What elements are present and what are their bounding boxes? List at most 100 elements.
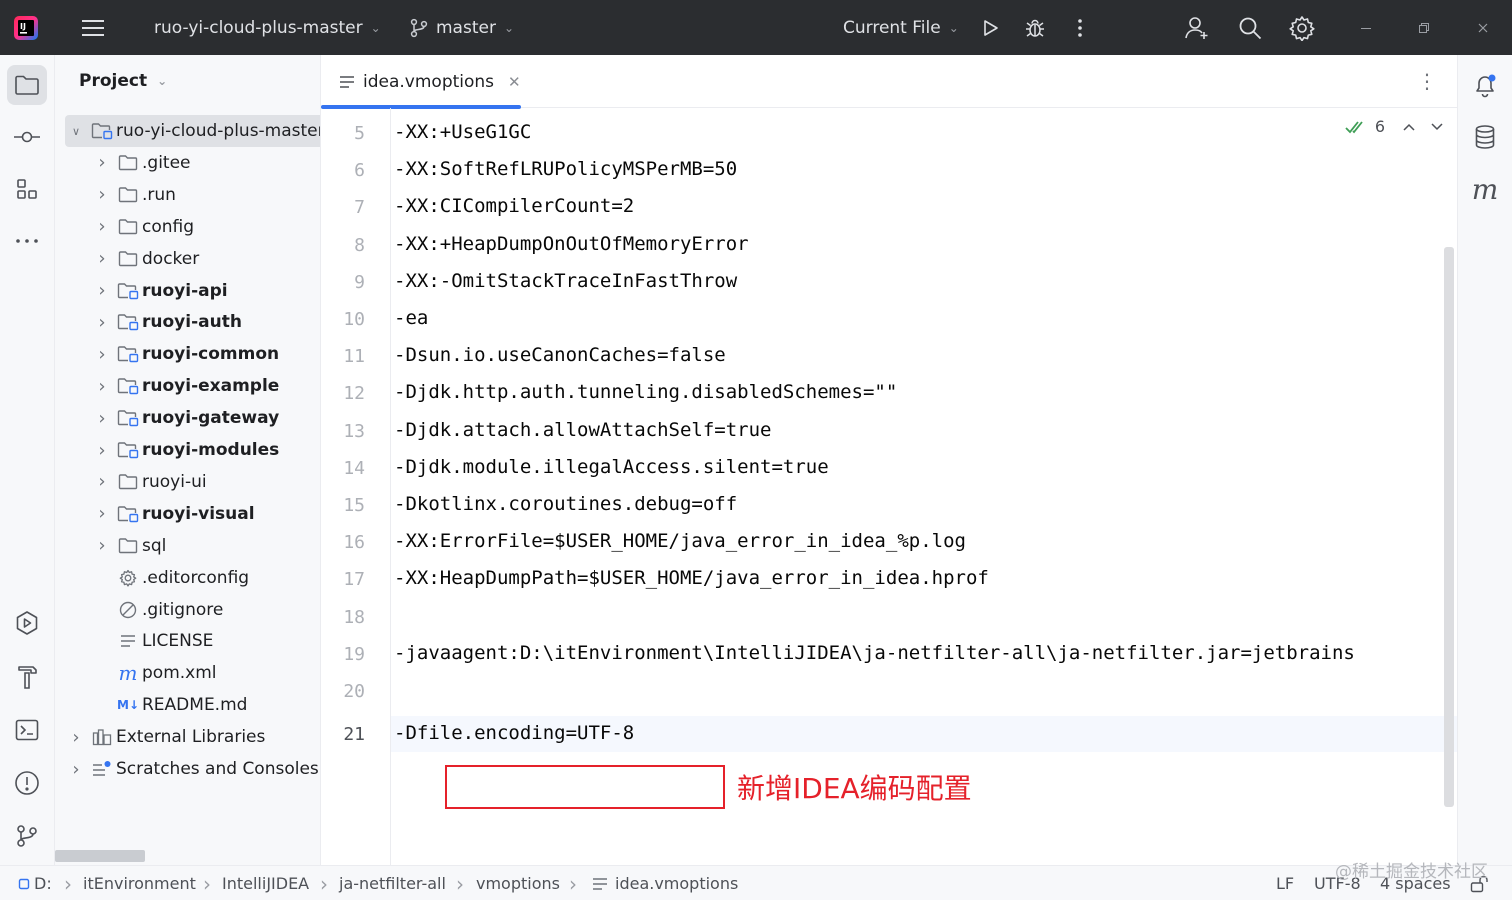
chevron-right-icon[interactable]: › — [95, 312, 109, 333]
chevron-right-icon[interactable]: › — [95, 503, 109, 524]
chevron-right-icon[interactable]: › — [95, 471, 109, 492]
terminal-tool-button[interactable] — [7, 710, 47, 750]
breadcrumb-item[interactable]: IntelliJIDEA — [222, 866, 309, 900]
main-menu-icon[interactable] — [82, 0, 110, 55]
breadcrumb-item[interactable]: ja-netfilter-all — [339, 866, 446, 900]
problems-tool-button[interactable] — [7, 763, 47, 803]
code-line[interactable]: -Dsun.io.useCanonCaches=false — [394, 344, 726, 366]
horizontal-scrollbar[interactable] — [55, 850, 145, 862]
search-icon[interactable] — [1237, 0, 1263, 55]
build-tool-button[interactable] — [7, 657, 47, 697]
debug-icon[interactable] — [1022, 0, 1048, 55]
tree-item[interactable]: M↓ README.md — [55, 689, 320, 721]
tree-item[interactable]: › External Libraries — [55, 721, 320, 753]
folder-icon — [117, 152, 139, 174]
chevron-right-icon[interactable]: › — [95, 408, 109, 429]
tree-item[interactable]: › docker — [55, 243, 320, 275]
chevron-right-icon[interactable]: › — [95, 344, 109, 365]
tree-item[interactable]: m pom.xml — [55, 657, 320, 689]
chevron-right-icon[interactable]: › — [95, 248, 109, 269]
tree-item[interactable]: .editorconfig — [55, 562, 320, 594]
chevron-right-icon[interactable]: › — [95, 184, 109, 205]
inspection-widget[interactable]: 6 — [1345, 117, 1443, 136]
tree-item[interactable]: › ruoyi-example — [55, 370, 320, 402]
more-actions-icon[interactable] — [1067, 0, 1093, 55]
code-line[interactable]: -ea — [394, 307, 428, 329]
tree-item[interactable]: LICENSE — [55, 625, 320, 657]
chevron-down-icon[interactable]: ∨ — [69, 125, 83, 138]
chevron-right-icon[interactable]: › — [95, 535, 109, 556]
branch-name: master — [436, 17, 496, 38]
chevron-right-icon[interactable]: › — [69, 759, 83, 780]
code-line[interactable]: -javaagent:D:\itEnvironment\IntelliJIDEA… — [394, 642, 1355, 664]
tab-idea-vmoptions[interactable]: idea.vmoptions ✕ — [321, 55, 521, 109]
code-line[interactable]: -Dkotlinx.coroutines.debug=off — [394, 493, 737, 515]
run-configuration-selector[interactable]: Current File ⌄ — [843, 0, 959, 55]
tree-item[interactable]: › ruoyi-common — [55, 338, 320, 370]
chevron-right-icon[interactable]: › — [69, 727, 83, 748]
breadcrumb-item[interactable]: idea.vmoptions — [615, 866, 738, 900]
tree-item[interactable]: › Scratches and Consoles — [55, 753, 320, 785]
breadcrumb-item[interactable]: itEnvironment — [83, 866, 196, 900]
tree-item[interactable]: › config — [55, 211, 320, 243]
chevron-right-icon[interactable]: › — [95, 376, 109, 397]
database-tool-button[interactable] — [1465, 117, 1505, 157]
breadcrumb-item[interactable]: D: — [34, 866, 52, 900]
code-line[interactable]: -Dfile.encoding=UTF-8 — [394, 722, 634, 744]
close-window-icon[interactable] — [1470, 0, 1496, 55]
commit-tool-button[interactable] — [7, 117, 47, 157]
chevron-right-icon[interactable]: › — [95, 216, 109, 237]
previous-highlight-icon[interactable] — [1403, 123, 1415, 131]
chevron-right-icon: › — [64, 871, 72, 896]
notifications-tool-button[interactable] — [1465, 65, 1505, 105]
tree-item[interactable]: › ruoyi-modules — [55, 434, 320, 466]
add-user-icon[interactable] — [1184, 0, 1210, 55]
project-switcher[interactable]: ruo-yi-cloud-plus-master ⌄ — [154, 0, 381, 55]
restore-window-icon[interactable] — [1411, 0, 1437, 55]
tree-item[interactable]: .gitignore — [55, 594, 320, 626]
project-tool-button[interactable] — [7, 65, 47, 105]
code-line[interactable]: -XX:CICompilerCount=2 — [394, 195, 634, 217]
branch-switcher[interactable]: master ⌄ — [410, 0, 514, 55]
tree-item[interactable]: › .gitee — [55, 147, 320, 179]
code-area[interactable]: 新增IDEA编码配置 -XX:+UseG1GC -XX:SoftRefLRUPol… — [391, 108, 1457, 865]
structure-tool-button[interactable] — [7, 169, 47, 209]
code-line[interactable]: -XX:-OmitStackTraceInFastThrow — [394, 270, 737, 292]
breadcrumb-item[interactable]: vmoptions — [476, 866, 560, 900]
version-control-tool-button[interactable] — [7, 816, 47, 856]
run-icon[interactable] — [977, 0, 1003, 55]
intellij-logo-icon[interactable]: IJ — [12, 0, 42, 55]
chevron-right-icon[interactable]: › — [95, 280, 109, 301]
tree-item[interactable]: › ruoyi-ui — [55, 466, 320, 498]
more-tool-windows-button[interactable] — [7, 221, 47, 261]
close-tab-icon[interactable]: ✕ — [508, 73, 521, 91]
tree-item[interactable]: › ruoyi-auth — [55, 306, 320, 338]
services-tool-button[interactable] — [7, 603, 47, 643]
tree-item[interactable]: › ruoyi-api — [55, 275, 320, 307]
chevron-right-icon[interactable]: › — [95, 152, 109, 173]
code-line[interactable]: -XX:HeapDumpPath=$USER_HOME/java_error_i… — [394, 567, 989, 589]
tree-item[interactable]: ∨ruo-yi-cloud-plus-master| — [65, 115, 320, 147]
tree-item[interactable]: › .run — [55, 179, 320, 211]
settings-gear-icon[interactable] — [1289, 0, 1315, 55]
tree-item-label: ruoyi-gateway — [142, 408, 280, 429]
minimize-window-icon[interactable] — [1353, 0, 1379, 55]
next-highlight-icon[interactable] — [1431, 122, 1443, 131]
project-view-selector[interactable]: Project ⌄ — [79, 71, 167, 91]
code-line[interactable]: -Djdk.module.illegalAccess.silent=true — [394, 456, 829, 478]
code-line[interactable]: -Djdk.http.auth.tunneling.disabledScheme… — [394, 381, 897, 403]
chevron-right-icon[interactable]: › — [95, 440, 109, 461]
code-line[interactable]: -XX:SoftRefLRUPolicyMSPerMB=50 — [394, 158, 737, 180]
tree-item[interactable]: › ruoyi-visual — [55, 498, 320, 530]
tab-actions-menu-icon[interactable]: ⋮ — [1417, 69, 1437, 93]
maven-tool-button[interactable]: m — [1465, 169, 1505, 209]
code-line[interactable]: -XX:ErrorFile=$USER_HOME/java_error_in_i… — [394, 530, 966, 552]
vertical-scrollbar[interactable] — [1444, 247, 1454, 807]
tree-item[interactable]: › ruoyi-gateway — [55, 402, 320, 434]
code-line[interactable]: -Djdk.attach.allowAttachSelf=true — [394, 419, 772, 441]
code-line[interactable]: -XX:+HeapDumpOnOutOfMemoryError — [394, 233, 749, 255]
code-line[interactable]: -XX:+UseG1GC — [394, 121, 531, 143]
line-separator-widget[interactable]: LF — [1276, 866, 1294, 900]
line-number-gutter: 5 6 7 8 9 10 11 12 13 14 15 16 17 18 19 20 21 — [321, 108, 391, 865]
tree-item[interactable]: › sql — [55, 530, 320, 562]
